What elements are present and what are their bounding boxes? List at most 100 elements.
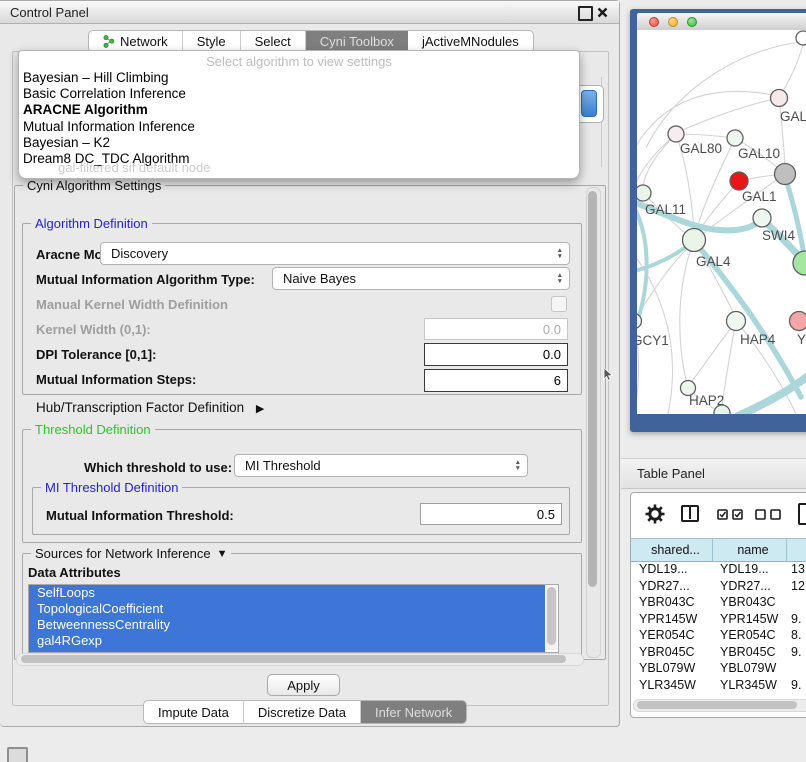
network-window-titlebar[interactable]: [637, 13, 806, 31]
export-table-button[interactable]: [798, 503, 806, 525]
table-hscrollbar-thumb[interactable]: [637, 701, 797, 709]
minimized-panel-icon[interactable]: [7, 747, 28, 762]
algorithm-option[interactable]: Mutual Information Inference: [22, 119, 576, 135]
control-panel-window: Control Panel: [0, 0, 620, 727]
manual-kernel-width-checkbox[interactable]: [551, 296, 567, 312]
network-edge: [680, 240, 694, 380]
dpi-tolerance-field[interactable]: [424, 343, 568, 366]
table-row[interactable]: YBL079WYBL079W: [631, 660, 806, 677]
algorithm-definition-legend: Algorithm Definition: [31, 216, 152, 231]
table-settings-button[interactable]: [645, 504, 665, 529]
network-node-SWI4[interactable]: [753, 209, 771, 227]
table-cell: YBL079W: [713, 661, 787, 675]
settings-scrollbar[interactable]: [586, 187, 601, 658]
select-all-columns-button[interactable]: [717, 509, 743, 520]
table-panel-titlebar[interactable]: Table Panel: [621, 458, 806, 489]
tab-network[interactable]: Network: [89, 31, 183, 52]
network-node-GAL11[interactable]: [637, 185, 651, 201]
column-layout-button[interactable]: [681, 505, 699, 522]
table-hscrollbar[interactable]: [633, 699, 806, 712]
table-cell: YPR145W: [631, 612, 713, 626]
algorithm-option[interactable]: Bayesian – Hill Climbing: [22, 70, 576, 86]
zoom-traffic-light[interactable]: [687, 17, 697, 27]
table-row[interactable]: YDR27...YDR27...12: [631, 578, 806, 595]
mi-threshold-field[interactable]: [420, 503, 562, 525]
data-attributes-label: Data Attributes: [28, 565, 121, 580]
table-panel-title: Table Panel: [637, 466, 705, 481]
network-node-HAP4[interactable]: [727, 312, 746, 331]
network-node-GAL1[interactable]: [730, 172, 748, 190]
kernel-width-label: Kernel Width (0,1):: [36, 322, 151, 337]
algorithm-option[interactable]: ARACNE Algorithm: [22, 102, 576, 118]
mi-algorithm-type-combo[interactable]: Naive Bayes ▲▼: [272, 267, 570, 290]
data-attribute-item[interactable]: gal4RGexp: [29, 633, 545, 649]
table-row[interactable]: YBR045CYBR045C9.: [631, 644, 806, 661]
algorithm-option[interactable]: Basic Correlation Inference: [22, 86, 576, 102]
data-attribute-item[interactable]: BetweennessCentrality: [29, 617, 545, 633]
sources-legend-wrap[interactable]: Sources for Network Inference ▼: [31, 546, 231, 561]
table-column-header[interactable]: [787, 539, 806, 562]
algorithm-option[interactable]: Bayesian – K2: [22, 135, 576, 151]
table-cell: YDL19...: [713, 562, 787, 576]
network-node-label: HAP2: [689, 393, 724, 408]
close-window-button[interactable]: [597, 5, 608, 16]
table-row[interactable]: YBR043CYBR043C: [631, 594, 806, 611]
manual-kernel-width-label: Manual Kernel Width Definition: [36, 297, 228, 312]
screen: Control Panel: [0, 0, 806, 762]
table-column-header[interactable]: shared...: [631, 539, 713, 562]
tab-discretize-data[interactable]: Discretize Data: [244, 701, 361, 723]
table-row[interactable]: YLR345WYLR345W9.: [631, 677, 806, 692]
tab-select[interactable]: Select: [241, 31, 306, 52]
table-cell: 9.: [787, 678, 806, 691]
gear-icon: [645, 504, 665, 524]
network-icon: [103, 35, 115, 48]
settings-scrollbar-thumb[interactable]: [588, 191, 597, 587]
network-edge: [692, 321, 736, 381]
network-node-salmon[interactable]: [790, 312, 806, 331]
table-column-header[interactable]: name: [713, 539, 787, 562]
network-node-label: GCY1: [637, 333, 669, 348]
network-node-GAL80[interactable]: [668, 126, 684, 142]
network-canvas[interactable]: GALGAL80GAL10GAL1GAL11SWI4GAL4GCY1HAP4YH…: [637, 30, 806, 414]
aracne-mode-combo[interactable]: Discovery ▲▼: [100, 242, 570, 265]
which-threshold-label: Which threshold to use:: [84, 460, 232, 475]
hub-definition-toggle[interactable]: Hub/Transcription Factor Definition ▶: [36, 400, 264, 415]
mi-steps-field[interactable]: [424, 369, 568, 392]
attr-list-scrollbar-thumb[interactable]: [547, 587, 556, 645]
columns-icon: [689, 507, 692, 519]
network-node-top-partial[interactable]: [796, 31, 806, 45]
apply-button[interactable]: Apply: [267, 674, 340, 696]
settings-hscrollbar-thumb[interactable]: [21, 655, 566, 663]
network-node-GAL10[interactable]: [727, 130, 743, 146]
hidden-combo-spinner: [581, 90, 597, 117]
which-threshold-combo[interactable]: MI Threshold ▲▼: [234, 454, 528, 477]
table-row[interactable]: YPR145WYPR145W9.: [631, 611, 806, 628]
close-traffic-light[interactable]: [649, 17, 659, 27]
tab-cyni-toolbox[interactable]: Cyni Toolbox: [306, 31, 408, 52]
collapsed-arrow-icon: ▶: [256, 403, 264, 415]
data-attribute-item[interactable]: SelfLoops: [29, 585, 545, 601]
expanded-arrow-icon: ▼: [217, 548, 228, 560]
network-node-GAL4[interactable]: [683, 229, 706, 252]
network-node-pink-top[interactable]: [771, 90, 788, 107]
tab-impute-data[interactable]: Impute Data: [144, 701, 244, 723]
settings-hscrollbar[interactable]: [16, 653, 584, 666]
network-node-gray[interactable]: [775, 164, 796, 185]
network-node-label: Y: [797, 332, 806, 347]
tab-jactivemnodules[interactable]: jActiveMNodules: [408, 31, 533, 52]
tab-infer-network[interactable]: Infer Network: [361, 701, 466, 723]
tab-style[interactable]: Style: [183, 31, 241, 52]
table-cell: YER054C: [631, 628, 713, 642]
attr-list-scrollbar[interactable]: [546, 586, 557, 650]
data-attributes-list[interactable]: SelfLoopsTopologicalCoefficientBetweenne…: [28, 584, 559, 653]
table-row[interactable]: YDL19...YDL19...13: [631, 561, 806, 578]
data-attribute-item[interactable]: TopologicalCoefficient: [29, 601, 545, 617]
float-window-button[interactable]: [578, 6, 593, 21]
tab-network-label: Network: [120, 34, 168, 49]
unselect-all-columns-button[interactable]: [755, 509, 781, 520]
kernel-width-field[interactable]: [424, 318, 568, 340]
table-row[interactable]: YER054CYER054C8.: [631, 627, 806, 644]
minimize-traffic-light[interactable]: [668, 17, 678, 27]
network-edge: [676, 134, 735, 138]
control-panel-titlebar[interactable]: Control Panel: [0, 1, 619, 24]
